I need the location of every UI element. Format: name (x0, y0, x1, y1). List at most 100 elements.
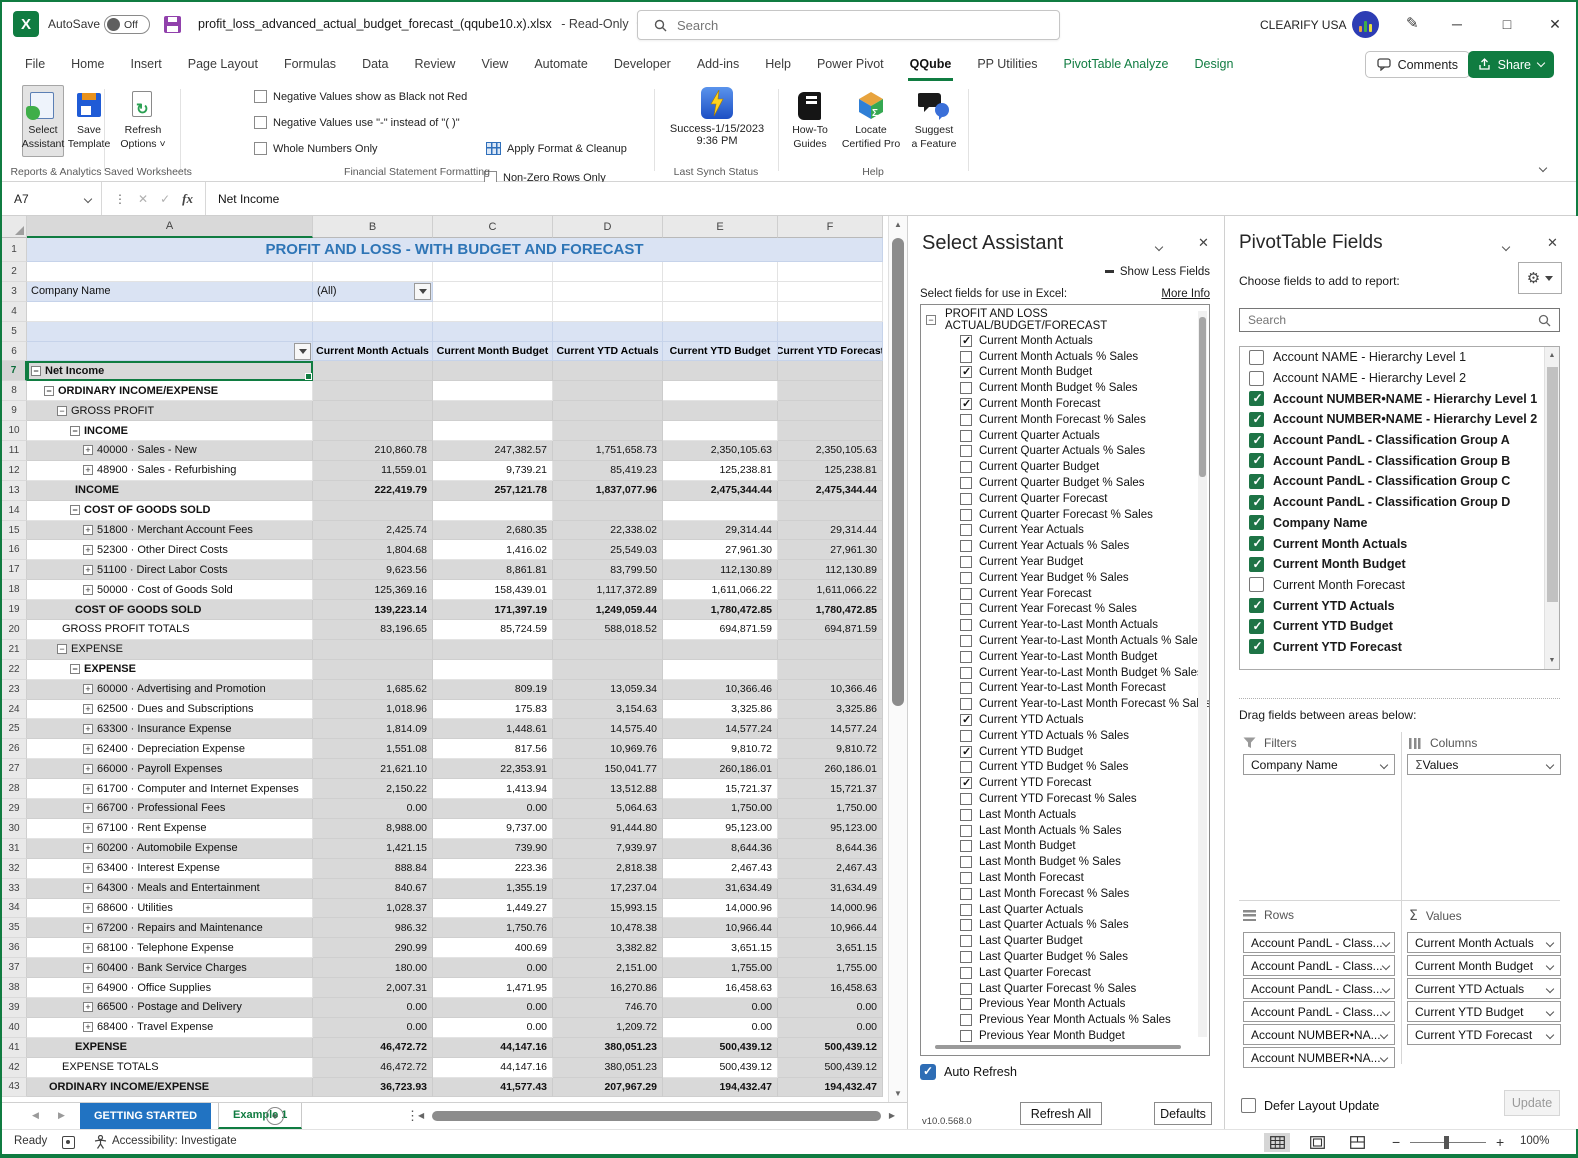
value-cell[interactable]: 13,512.88 (553, 779, 663, 800)
field-checkbox-item[interactable]: Previous Year Month Actuals (921, 996, 1209, 1012)
value-cell[interactable]: 207,967.29 (553, 1077, 663, 1098)
unchecked-checkbox-icon[interactable] (960, 508, 972, 521)
menu-tab-formulas[interactable]: Formulas (271, 48, 349, 81)
value-cell[interactable]: 10,366.46 (663, 679, 778, 700)
value-cell[interactable]: 16,458.63 (663, 978, 778, 998)
cell[interactable] (313, 262, 433, 282)
cell[interactable] (553, 321, 663, 342)
value-cell[interactable]: 14,575.40 (553, 719, 663, 740)
value-cell[interactable]: 840.67 (313, 878, 433, 899)
minimize-button[interactable]: ─ (1437, 2, 1477, 46)
expand-icon[interactable]: + (83, 902, 93, 913)
row-header[interactable]: 17 (2, 560, 27, 581)
chip-chevron-icon[interactable] (1379, 1053, 1389, 1062)
value-cell[interactable]: 1,028.37 (313, 898, 433, 919)
value-cell[interactable]: 3,651.15 (663, 938, 778, 959)
account-label-cell[interactable]: EXPENSE (27, 1037, 313, 1058)
value-cell[interactable]: 9,810.72 (778, 739, 883, 760)
value-cell[interactable]: 8,644.36 (663, 838, 778, 859)
collapse-ribbon-icon[interactable] (1538, 163, 1548, 173)
chip-chevron-icon[interactable] (1545, 961, 1555, 970)
save-icon[interactable] (164, 16, 181, 33)
column-header-e[interactable]: E (663, 216, 778, 238)
vertical-scrollbar[interactable]: ▲ ▼ (888, 216, 907, 1102)
chip-chevron-icon[interactable] (1379, 1030, 1389, 1039)
unchecked-checkbox-icon[interactable] (960, 556, 972, 569)
value-cell[interactable]: 0.00 (313, 997, 433, 1018)
value-cell[interactable]: 10,966.44 (663, 918, 778, 939)
field-checkbox-item[interactable]: Current Quarter Actuals % Sales (921, 444, 1209, 460)
view-page-layout-button[interactable] (1304, 1133, 1330, 1152)
collapse-icon[interactable]: − (70, 664, 80, 675)
unchecked-checkbox-icon[interactable] (960, 540, 972, 553)
value-cell[interactable]: 1,780,472.85 (778, 600, 883, 621)
menu-tab-file[interactable]: File (12, 48, 58, 81)
fx-icon[interactable]: fx (182, 191, 193, 207)
value-cell[interactable]: 95,123.00 (778, 818, 883, 839)
collapse-icon[interactable]: − (70, 425, 80, 436)
account-label-cell[interactable]: +68100 · Telephone Expense (27, 938, 313, 959)
value-cell[interactable]: 194,432.47 (663, 1077, 778, 1098)
value-cell[interactable]: 1,755.00 (778, 958, 883, 979)
header-filter-button[interactable] (294, 342, 311, 360)
cell[interactable] (663, 321, 778, 342)
excel-logo-icon[interactable]: X (13, 11, 39, 37)
chip-chevron-icon[interactable] (1379, 760, 1389, 769)
unchecked-checkbox-icon[interactable] (960, 524, 972, 537)
pivot-field-item[interactable]: Company Name (1240, 513, 1559, 534)
area-chip[interactable]: Account NUMBER•NA... (1243, 1024, 1395, 1045)
refresh-options-button[interactable]: ↻ Refresh Options ˅ (114, 85, 172, 157)
value-cell[interactable]: 175.83 (433, 699, 553, 720)
expand-icon[interactable]: + (83, 684, 93, 695)
value-cell[interactable] (433, 421, 553, 442)
checked-checkbox-icon[interactable] (1249, 432, 1264, 448)
account-avatar[interactable] (1352, 11, 1379, 38)
value-cell[interactable]: 95,123.00 (663, 818, 778, 839)
value-cell[interactable]: 1,804.68 (313, 540, 433, 561)
value-cell[interactable] (553, 361, 663, 382)
value-cell[interactable]: 290.99 (313, 938, 433, 959)
value-cell[interactable]: 85,724.59 (433, 620, 553, 640)
value-cell[interactable]: 9,623.56 (313, 560, 433, 581)
zoom-slider-knob[interactable] (1444, 1136, 1449, 1149)
chip-chevron-icon[interactable] (1545, 760, 1555, 769)
value-cell[interactable] (778, 421, 883, 442)
value-cell[interactable]: 10,969.76 (553, 739, 663, 760)
row-header[interactable]: 38 (2, 978, 27, 998)
account-label-cell[interactable]: +64900 · Office Supplies (27, 978, 313, 998)
menu-tab-pp-utilities[interactable]: PP Utilities (964, 48, 1050, 81)
value-cell[interactable]: 9,737.00 (433, 818, 553, 839)
checked-checkbox-icon[interactable] (960, 745, 972, 758)
cell[interactable] (663, 262, 778, 282)
expand-icon[interactable]: + (83, 704, 93, 715)
field-checkbox-item[interactable]: Current Quarter Forecast % Sales (921, 507, 1209, 523)
suggest-feature-button[interactable]: Suggest a Feature (906, 85, 962, 157)
value-cell[interactable]: 739.90 (433, 838, 553, 859)
row-header[interactable]: 33 (2, 878, 27, 899)
sheet-nav-right-icon[interactable]: ▶ (58, 1110, 65, 1121)
account-label-cell[interactable]: +60000 · Advertising and Promotion (27, 679, 313, 700)
row-header[interactable]: 41 (2, 1037, 27, 1058)
value-cell[interactable]: 150,041.77 (553, 759, 663, 780)
field-checkbox-item[interactable]: Current Month Forecast % Sales (921, 412, 1209, 428)
maximize-button[interactable]: □ (1487, 2, 1527, 46)
formatting-checkbox[interactable]: Negative Values use "-" instead of "( )" (254, 116, 460, 129)
area-chip[interactable]: Current Month Budget (1407, 955, 1561, 976)
synch-status-icon-button[interactable] (699, 87, 735, 121)
value-cell[interactable]: 112,130.89 (778, 560, 883, 581)
auto-refresh-checkbox[interactable]: Auto Refresh (920, 1064, 1017, 1080)
value-cell[interactable]: 1,551.08 (313, 739, 433, 760)
account-label-cell[interactable]: +68400 · Travel Expense (27, 1017, 313, 1038)
value-cell[interactable]: 222,419.79 (313, 480, 433, 501)
account-label-cell[interactable]: +50000 · Cost of Goods Sold (27, 580, 313, 601)
fields-search-box[interactable] (1239, 308, 1560, 332)
cell[interactable] (433, 321, 553, 342)
tools-gear-button[interactable]: ⚙ (1518, 262, 1562, 294)
value-cell[interactable]: 11,559.01 (313, 460, 433, 481)
more-info-link[interactable]: More Info (1161, 288, 1210, 300)
list-scrollbar-thumb[interactable] (1199, 317, 1206, 477)
value-cell[interactable]: 1,355.19 (433, 878, 553, 899)
row-header[interactable]: 7 (2, 361, 27, 382)
value-cell[interactable]: 3,154.63 (553, 699, 663, 720)
field-checkbox-item[interactable]: Last Month Forecast % Sales (921, 886, 1209, 902)
